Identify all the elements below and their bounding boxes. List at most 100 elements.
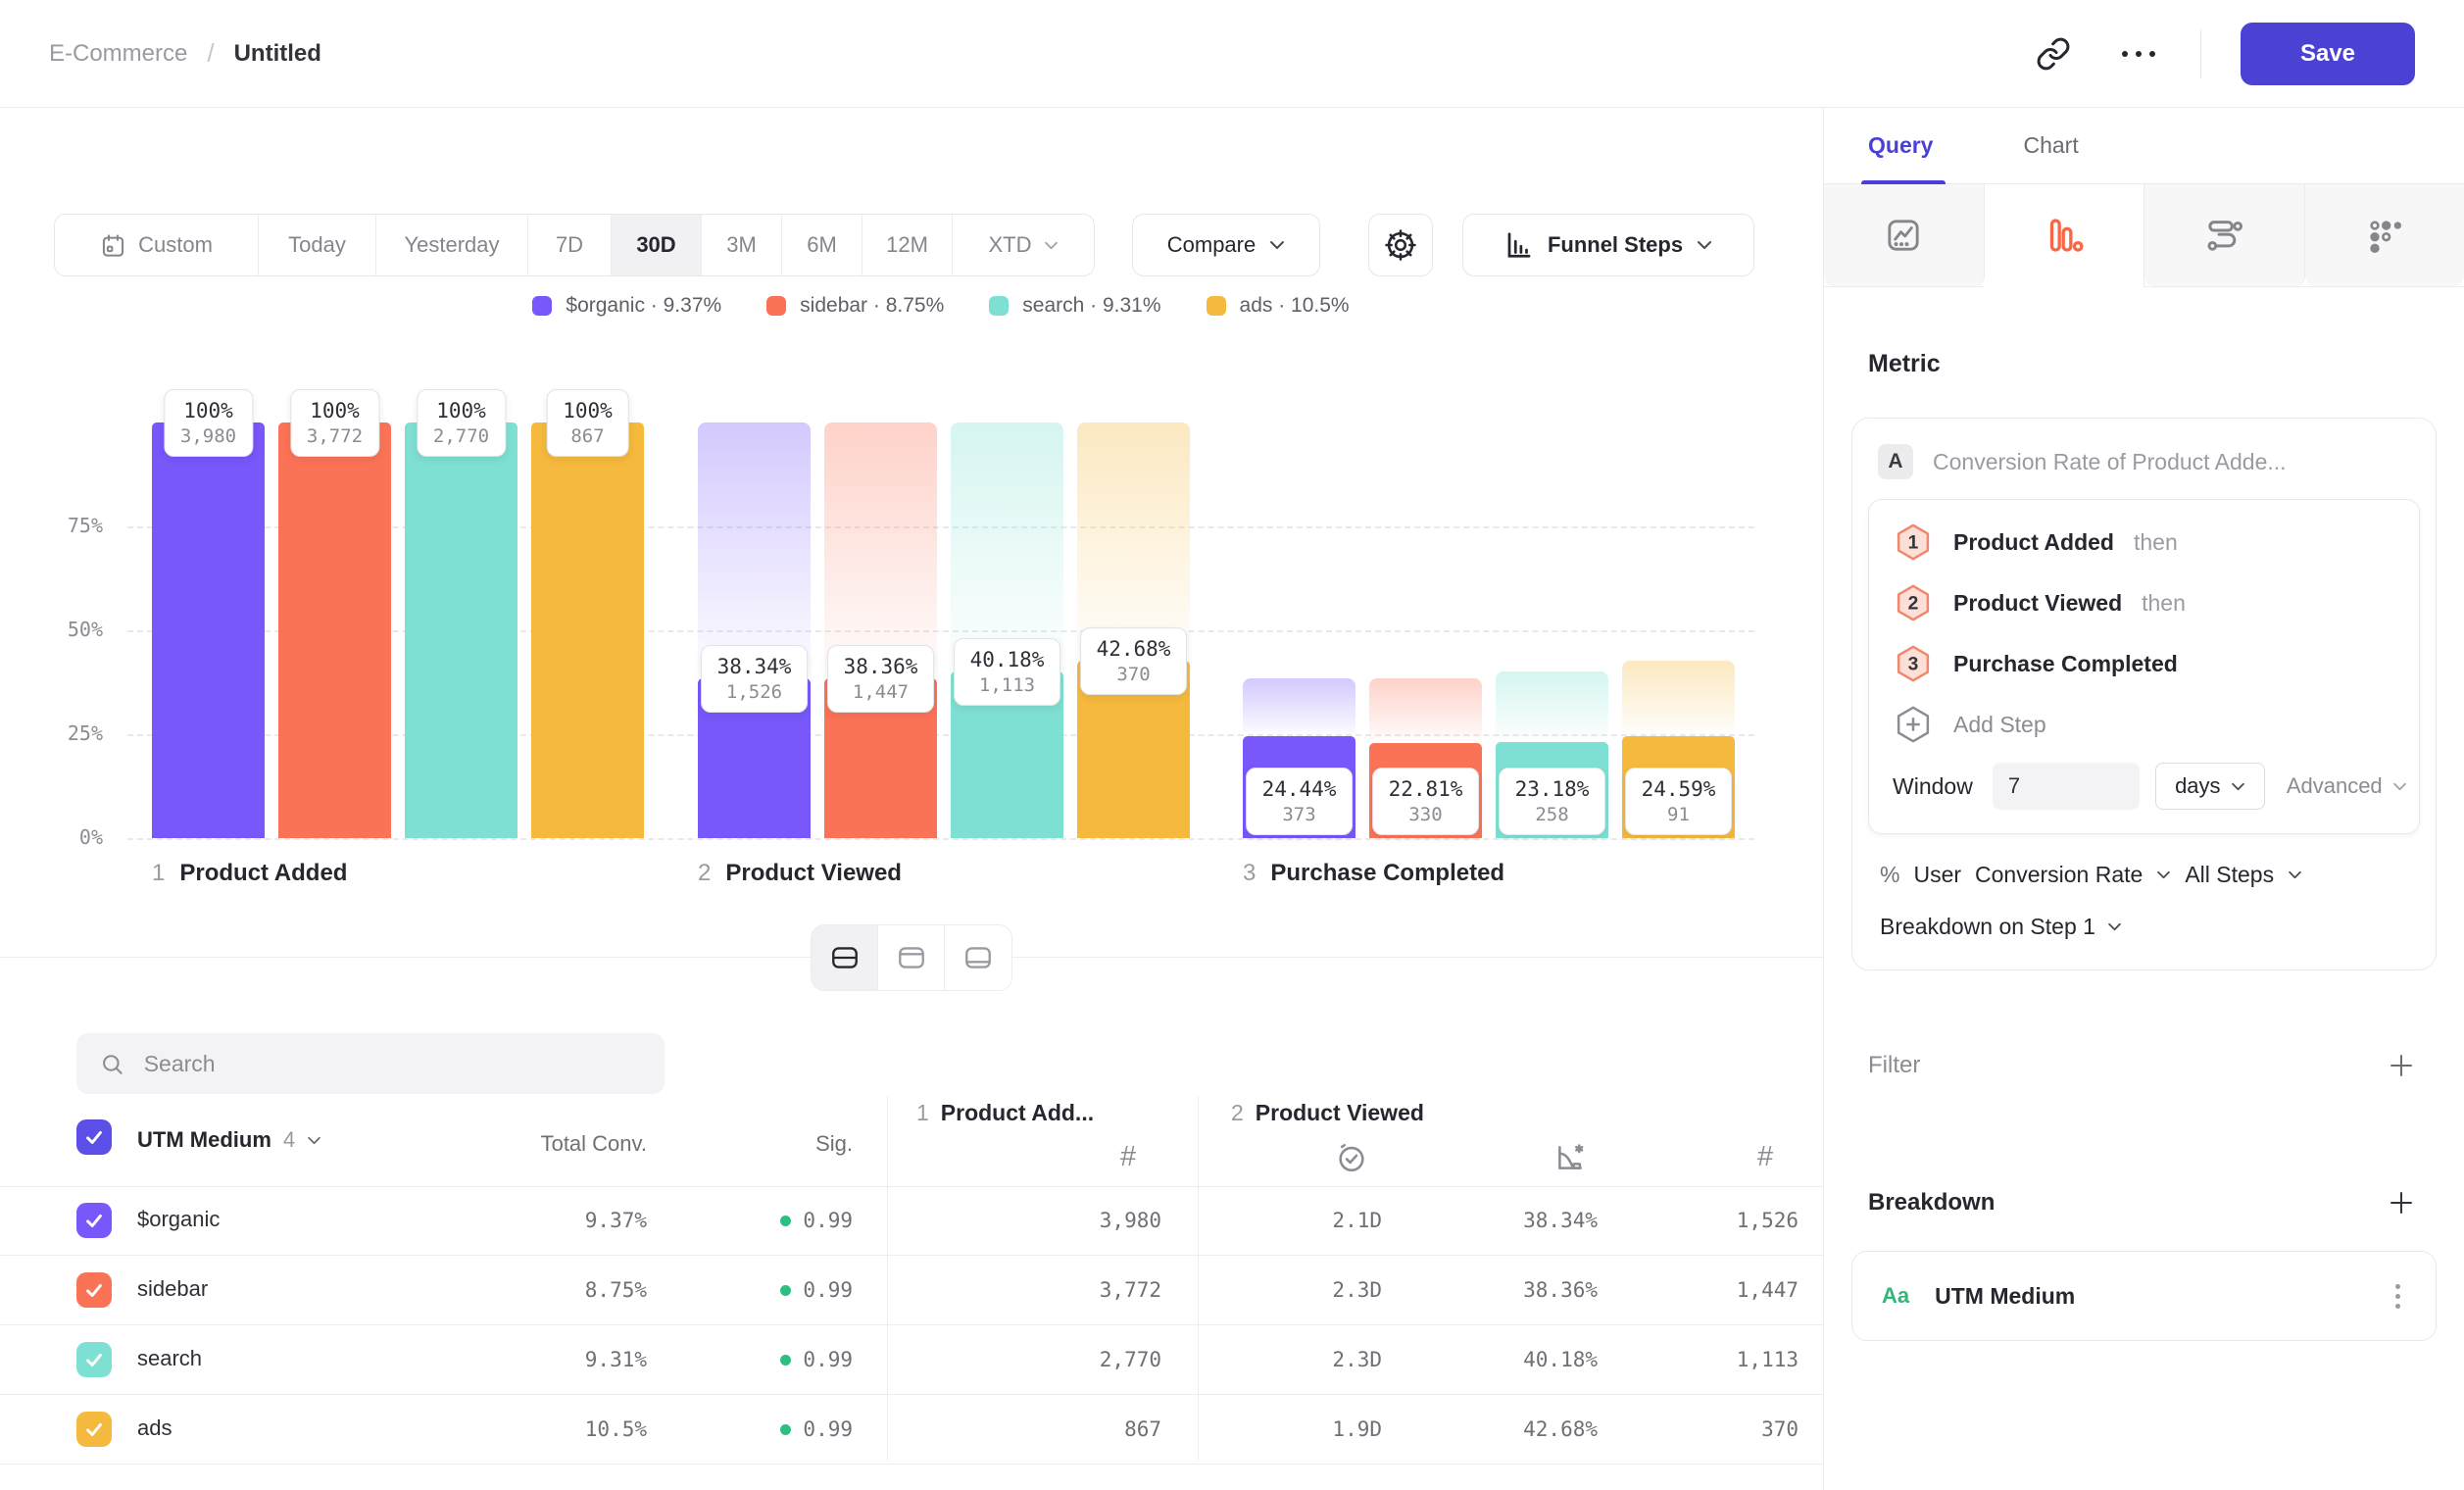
significance-dot-icon <box>780 1285 791 1296</box>
measured-metric-dropdown[interactable]: Conversion Rate <box>1975 862 2143 888</box>
add-step-button[interactable]: Add Step <box>1893 694 2046 755</box>
legend-item-search[interactable]: search · 9.31% <box>989 294 1160 318</box>
funnel-chart-icon <box>1504 230 1534 260</box>
tab-line-chart[interactable] <box>1824 184 1985 286</box>
bar-value-label: 38.34%1,526 <box>701 645 809 713</box>
funnel-bar-sidebar-step1[interactable] <box>278 422 391 838</box>
calendar-icon <box>100 232 126 259</box>
legend-swatch <box>989 296 1009 316</box>
row-checkbox[interactable] <box>76 1342 112 1377</box>
step-number-badge: 1 <box>1893 522 1934 563</box>
funnel-bar-organic-step1[interactable] <box>152 422 265 838</box>
advanced-toggle[interactable]: Advanced <box>2281 772 2413 800</box>
chart-type-button[interactable]: Funnel Steps <box>1462 214 1754 276</box>
breakdown-on-dropdown[interactable]: Breakdown on Step 1 <box>1880 914 2095 940</box>
metric-step-3[interactable]: 3Purchase Completed <box>1893 633 2395 694</box>
legend-item-ads[interactable]: ads · 10.5% <box>1207 294 1350 318</box>
add-filter-button[interactable] <box>2383 1047 2420 1084</box>
bar-count: 91 <box>1642 804 1716 825</box>
more-options-button[interactable] <box>2116 45 2161 63</box>
range-3m[interactable]: 3M <box>702 215 782 275</box>
range-6m[interactable]: 6M <box>782 215 862 275</box>
panel-tabs: Query Chart <box>1824 108 2464 184</box>
top-view-icon <box>896 942 927 973</box>
metric-step-2[interactable]: 2Product Viewedthen <box>1893 572 2395 633</box>
range-12m[interactable]: 12M <box>862 215 953 275</box>
metric-name: Conversion Rate of Product Adde... <box>1933 449 2287 475</box>
row-checkbox[interactable] <box>76 1412 112 1447</box>
range-yesterday[interactable]: Yesterday <box>376 215 528 275</box>
table-row-sidebar: sidebar8.75%0.993,7722.3D38.36%1,447 <box>0 1256 1823 1325</box>
tab-query[interactable]: Query <box>1868 132 1933 159</box>
tab-funnel-chart[interactable] <box>1985 184 2145 286</box>
add-breakdown-button[interactable] <box>2383 1184 2420 1221</box>
row-step2-time: 1.9D <box>1210 1417 1382 1441</box>
range-label: 6M <box>807 232 837 258</box>
metric-step-1[interactable]: 1Product Addedthen <box>1893 512 2395 572</box>
step-number-badge: 3 <box>1893 643 1934 684</box>
total-conv-column-header[interactable]: Total Conv. <box>421 1131 647 1157</box>
breakdown-item-menu[interactable] <box>2390 1283 2406 1310</box>
bottom-view-icon <box>962 942 994 973</box>
legend-item-sidebar[interactable]: sidebar · 8.75% <box>766 294 944 318</box>
dots-grid-icon <box>2365 216 2404 255</box>
layout-split-button[interactable] <box>812 925 878 990</box>
funnel-step-label-1: 1Product Added <box>152 860 347 887</box>
search-input[interactable] <box>142 1050 641 1078</box>
count-icon[interactable]: # <box>1120 1141 1136 1172</box>
chevron-down-icon <box>1697 240 1712 250</box>
save-button[interactable]: Save <box>2241 23 2415 85</box>
conversion-rate-icon[interactable] <box>1553 1141 1587 1174</box>
range-label: 3M <box>726 232 757 258</box>
legend-swatch <box>532 296 552 316</box>
y-axis-label: 75% <box>29 514 103 537</box>
layout-chart-only-button[interactable] <box>878 925 945 990</box>
range-xtd[interactable]: XTD <box>953 215 1094 275</box>
chevron-down-icon <box>307 1136 321 1145</box>
row-name: ads <box>137 1416 172 1441</box>
range-7d[interactable]: 7D <box>528 215 612 275</box>
time-to-convert-icon[interactable] <box>1335 1141 1368 1174</box>
funnel-bar-search-step1[interactable] <box>405 422 517 838</box>
count-icon[interactable]: # <box>1757 1141 1773 1172</box>
measured-scope-dropdown[interactable]: All Steps <box>2185 862 2274 888</box>
compare-button[interactable]: Compare <box>1132 214 1320 276</box>
bar-pct: 38.36% <box>844 655 918 678</box>
chevron-down-icon[interactable] <box>2288 870 2302 879</box>
window-value-input[interactable] <box>1993 763 2140 810</box>
chevron-down-icon[interactable] <box>2156 870 2171 879</box>
metric-badge: A <box>1878 444 1913 479</box>
row-checkbox[interactable] <box>76 1272 112 1308</box>
tab-data-table[interactable] <box>2305 184 2464 286</box>
layout-table-only-button[interactable] <box>945 925 1011 990</box>
range-custom[interactable]: Custom <box>55 215 259 275</box>
tab-chart[interactable]: Chart <box>2023 132 2078 159</box>
sig-column-header[interactable]: Sig. <box>686 1131 853 1157</box>
funnel-bar-ads-step1[interactable] <box>531 422 644 838</box>
metric-title-row[interactable]: A Conversion Rate of Product Adde... <box>1852 419 2436 499</box>
range-today[interactable]: Today <box>259 215 376 275</box>
breakdown-item[interactable]: Aa UTM Medium <box>1851 1251 2437 1341</box>
percent-icon: % <box>1880 862 1899 888</box>
row-checkbox[interactable] <box>76 1203 112 1238</box>
breadcrumb-title[interactable]: Untitled <box>234 40 321 68</box>
chart-legend: $organic · 9.37% sidebar · 8.75% search · … <box>127 294 1754 318</box>
bar-pct: 100% <box>433 399 489 422</box>
step-name: Product Viewed <box>725 860 902 887</box>
group-column-header[interactable]: UTM Medium 4 <box>137 1127 321 1153</box>
select-all-checkbox[interactable] <box>76 1119 112 1155</box>
range-label: 12M <box>886 232 928 258</box>
chart-settings-button[interactable] <box>1368 214 1433 276</box>
row-name: $organic <box>137 1207 220 1232</box>
range-30d[interactable]: 30D <box>612 215 702 275</box>
compare-label: Compare <box>1167 232 1256 258</box>
share-link-button[interactable] <box>2030 30 2077 77</box>
window-unit-select[interactable]: days <box>2155 763 2265 810</box>
breadcrumb-project[interactable]: E-Commerce <box>49 40 187 68</box>
chevron-down-icon[interactable] <box>2107 922 2122 931</box>
tab-journeys[interactable] <box>2144 184 2305 286</box>
bar-pct: 100% <box>307 399 363 422</box>
measured-subject[interactable]: User <box>1913 862 1961 888</box>
group-count: 4 <box>283 1127 295 1153</box>
legend-item-organic[interactable]: $organic · 9.37% <box>532 294 721 318</box>
